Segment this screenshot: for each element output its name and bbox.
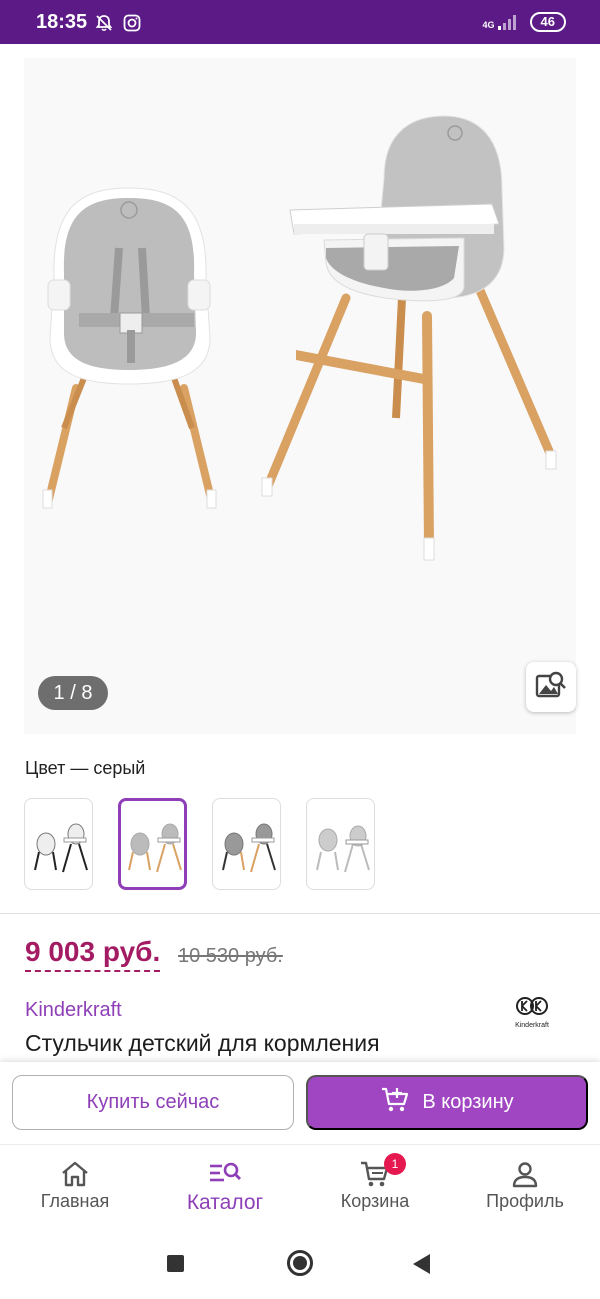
color-swatch-black[interactable]: [24, 798, 93, 890]
brand-logo[interactable]: Kinderkraft: [512, 996, 552, 1029]
brand-logo-text: Kinderkraft: [515, 1022, 549, 1029]
image-counter: 1 / 8: [38, 676, 108, 710]
home-circle-icon[interactable]: [287, 1250, 313, 1276]
product-image: [42, 115, 557, 561]
cart-add-icon: [380, 1086, 410, 1120]
back-triangle-icon[interactable]: [413, 1254, 430, 1274]
bottom-nav: Главная Каталог 1 Корзина Профиль: [0, 1144, 600, 1228]
nav-label-profile: Профиль: [486, 1191, 564, 1211]
instagram-icon: [122, 13, 142, 33]
nav-label-home: Главная: [40, 1191, 110, 1211]
product-title: Стульчик детский для кормления: [25, 1030, 380, 1056]
nav-item-home[interactable]: Главная: [0, 1145, 150, 1228]
swatch-gray-image: [127, 823, 182, 873]
notifications-off-icon: [94, 13, 114, 33]
swatch-white-image: [315, 825, 370, 873]
brand-link[interactable]: Kinderkraft: [25, 999, 122, 1022]
color-swatch-white[interactable]: [306, 798, 375, 890]
cart-badge: 1: [384, 1153, 406, 1175]
network-label: 4G: [482, 20, 495, 30]
nav-item-catalog[interactable]: Каталог: [150, 1145, 300, 1228]
divider: [0, 913, 600, 914]
catalog-search-icon: [208, 1157, 242, 1191]
recent-apps-icon[interactable]: [167, 1255, 184, 1272]
color-label: Цвет — серый: [25, 758, 146, 778]
home-icon: [60, 1157, 90, 1191]
product-gallery[interactable]: 1 / 8: [24, 58, 576, 734]
buy-now-button[interactable]: Купить сейчас: [12, 1075, 294, 1130]
nav-item-profile[interactable]: Профиль: [450, 1145, 600, 1228]
status-right: 4G 46: [483, 12, 566, 32]
nav-label-catalog: Каталог: [186, 1191, 264, 1214]
status-time: 18:35: [36, 11, 88, 33]
old-price: 10 530 руб.: [178, 945, 283, 967]
add-to-cart-label: В корзину: [422, 1091, 514, 1113]
signal-icon: 4G: [483, 14, 518, 30]
color-swatch-gray-dark-legs[interactable]: [212, 798, 281, 890]
brand-logo-mark: [516, 997, 548, 1015]
nav-label-cart: Корзина: [340, 1191, 410, 1211]
color-swatch-gray[interactable]: [118, 798, 187, 890]
image-search-button[interactable]: [526, 662, 576, 712]
system-nav-bar: [0, 1228, 600, 1299]
image-search-icon: [535, 670, 567, 705]
swatch-gray-dark-legs-image: [221, 823, 276, 873]
action-bar: Купить сейчас В корзину: [0, 1062, 600, 1144]
profile-icon: [511, 1157, 539, 1191]
battery-indicator: 46: [529, 12, 566, 32]
nav-item-cart[interactable]: 1 Корзина: [300, 1145, 450, 1228]
swatch-black-image: [33, 823, 88, 873]
status-bar: 18:35 4G 46: [0, 0, 600, 44]
color-swatches: [24, 798, 375, 890]
status-icons: [94, 13, 142, 33]
add-to-cart-button[interactable]: В корзину: [306, 1075, 588, 1130]
current-price[interactable]: 9 003 руб.: [25, 936, 161, 972]
